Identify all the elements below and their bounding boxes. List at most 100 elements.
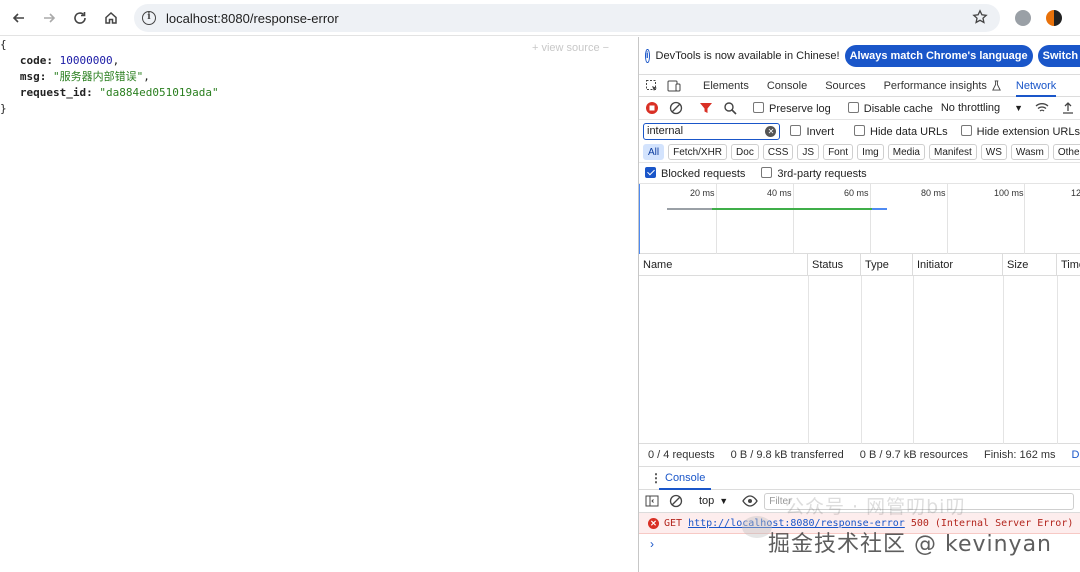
forward-icon [44,13,56,23]
blocked-filterbar: Blocked requests 3rd-party requests [639,163,1080,184]
network-conditions-icon[interactable] [1035,101,1049,115]
column-name[interactable]: Name [639,254,808,276]
info-icon[interactable]: i [142,11,156,25]
preserve-log-checkbox[interactable]: Preserve log [753,101,831,115]
clear-filter-icon[interactable]: ✕ [765,125,777,137]
dom-content-loaded: DO [1071,449,1080,461]
blocked-requests-checkbox[interactable]: Blocked requests [645,166,745,180]
home-icon [105,11,117,24]
column-status[interactable]: Status [808,254,861,276]
drawer-tab-console[interactable]: Console [659,467,712,490]
sidebar-toggle-icon[interactable] [645,494,659,508]
timeline-bar [872,208,887,210]
requests-table-header: Name Status Type Initiator Size Time [639,254,1080,276]
throttling-select[interactable]: No throttling ▼ [941,102,1023,114]
inspect-element-icon[interactable] [645,79,659,93]
json-close-brace: } [0,102,7,115]
json-key: code [19,54,47,67]
url-text[interactable]: localhost:8080/response-error [166,11,339,26]
address-bar[interactable]: i localhost:8080/response-error [134,4,1000,32]
tab-console[interactable]: Console [767,80,807,92]
network-overview-timeline[interactable]: 20 ms 40 ms 60 ms 80 ms 100 ms 12 [639,184,1080,254]
tab-network[interactable]: Network [1015,75,1057,97]
type-chip[interactable]: CSS [762,144,794,160]
home-button[interactable] [96,3,126,33]
resources-size: 0 B / 9.7 kB resources [859,449,968,461]
timeline-bar [712,208,882,210]
switch-language-button[interactable]: Switch Dev [1037,44,1080,67]
type-chip[interactable]: Manifest [929,144,977,160]
match-language-button[interactable]: Always match Chrome's language [844,44,1033,67]
chevron-down-icon: ▼ [1014,103,1024,113]
star-icon[interactable] [972,9,988,25]
watermark-sub: 公众号 · 网管叨bi叨 [785,496,966,518]
column-type[interactable]: Type [861,254,913,276]
tab-performance-insights[interactable]: Performance insights [884,80,987,92]
device-toolbar-icon[interactable] [667,79,681,93]
timeline-tick: 80 ms [921,188,946,198]
clear-console-icon[interactable] [669,494,683,508]
error-icon: ✕ [648,517,659,529]
timeline-tick: 12 [1071,188,1080,198]
error-method: GET [664,517,683,529]
flask-icon [991,80,1001,91]
record-stop-icon[interactable] [645,101,659,115]
context-select[interactable]: top ▼ [699,495,728,507]
type-chip[interactable]: Fetch/XHR [668,144,728,160]
resource-type-filter: All Fetch/XHR Doc CSS JS Font Img Media … [639,142,1080,163]
devtools-tabbar: Elements Console Sources Performance ins… [639,75,1080,97]
view-source-toggle[interactable]: + view source − [532,37,636,59]
type-chip[interactable]: Font [823,144,854,160]
type-chip[interactable]: Doc [731,144,759,160]
filter-input[interactable]: internal ✕ [643,122,781,140]
search-icon[interactable] [723,101,737,115]
drawer-tabbar: ⋮ Console [639,467,1080,490]
type-chip[interactable]: Media [887,144,925,160]
filter-icon[interactable] [699,101,713,115]
json-value: "服务器内部错误" [53,70,144,83]
json-field: msg: "服务器内部错误", [19,70,150,83]
clear-icon[interactable] [669,101,683,115]
column-size[interactable]: Size [1003,254,1057,276]
hide-extension-urls-checkbox[interactable]: Hide extension URLs [960,124,1080,138]
tab-elements[interactable]: Elements [703,80,749,92]
type-chip[interactable]: JS [797,144,820,160]
json-response-view: { code: 10000000, msg: "服务器内部错误", reques… [0,37,637,572]
reload-button[interactable] [65,3,95,33]
info-icon: i [645,48,650,63]
tab-sources[interactable]: Sources [825,80,865,92]
timeline-tick: 40 ms [767,188,792,198]
timeline-tick: 100 ms [994,188,1024,198]
upload-icon[interactable] [1061,101,1075,115]
forward-button[interactable] [34,3,64,33]
network-summary-bar: 0 / 4 requests 0 B / 9.8 kB transferred … [639,444,1080,467]
type-chip[interactable]: WS [980,144,1007,160]
back-button[interactable] [4,3,34,33]
extension-icon[interactable] [1046,10,1062,26]
type-chip[interactable]: All [643,144,665,160]
browser-toolbar: i localhost:8080/response-error [0,0,1080,36]
json-value: "da884ed051019ada" [99,86,219,99]
watermark: 公众号 · 网管叨bi叨 掘金技术社区 @ kevinyan [730,496,1080,558]
json-value: 10000000 [59,54,113,67]
transferred-size: 0 B / 9.8 kB transferred [730,449,844,461]
eye-icon[interactable] [742,494,758,508]
timeline-tick: 60 ms [844,188,869,198]
timeline-tick: 20 ms [690,188,715,198]
network-controls: Preserve log Disable cache No throttling… [639,97,1080,120]
type-chip[interactable]: Wasm [1010,144,1049,160]
extension-icon[interactable] [1015,10,1031,26]
column-initiator[interactable]: Initiator [913,254,1003,276]
column-time[interactable]: Time [1057,254,1080,276]
more-menu-icon[interactable]: ⋮ [650,471,662,485]
watermark-main: 掘金技术社区 @ kevinyan [768,532,1052,557]
hide-data-urls-checkbox[interactable]: Hide data URLs [854,124,948,138]
finish-time: Finish: 162 ms [984,449,1056,461]
language-infobar: i DevTools is now available in Chinese! … [639,37,1080,75]
invert-checkbox[interactable]: Invert [790,124,834,138]
third-party-requests-checkbox[interactable]: 3rd-party requests [761,166,867,180]
network-filterbar: internal ✕ Invert Hide data URLs Hide ex… [639,120,1080,142]
type-chip[interactable]: Othe [1052,144,1080,160]
disable-cache-checkbox[interactable]: Disable cache [847,101,933,115]
type-chip[interactable]: Img [857,144,884,160]
